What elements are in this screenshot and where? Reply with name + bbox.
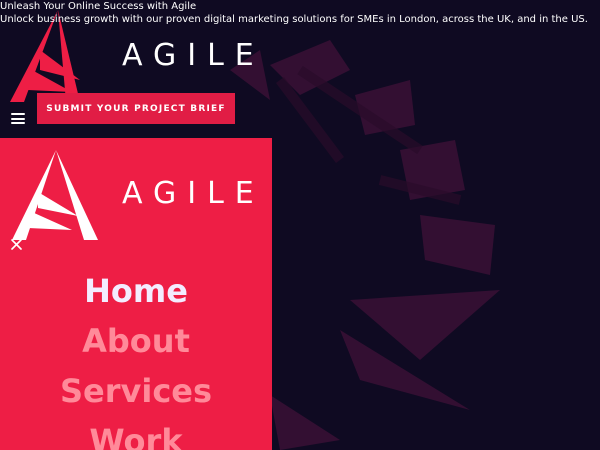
tagline: Unleash Your Online Success with Agile U… [0,0,588,26]
agile-logo[interactable] [12,150,100,240]
brand-name: AGILE [122,38,265,73]
hamburger-line [11,122,25,124]
menu-brand-name: AGILE [122,176,265,211]
nav-link-services[interactable]: Services [0,366,272,416]
tagline-subtitle: Unlock business growth with our proven d… [0,14,588,25]
hamburger-line [11,113,25,115]
nav-link-work[interactable]: Work [0,416,272,450]
close-icon[interactable] [11,239,22,250]
submit-project-brief-button[interactable]: SUBMIT YOUR PROJECT BRIEF [37,93,235,124]
main-nav: Home About Services Work [0,266,272,450]
mobile-menu-panel: AGILE Home About Services Work [0,138,272,450]
hamburger-line [11,117,25,120]
nav-link-about[interactable]: About [0,316,272,366]
nav-link-home[interactable]: Home [0,266,272,316]
hamburger-icon[interactable] [11,113,25,124]
tagline-title: Unleash Your Online Success with Agile [0,1,197,12]
